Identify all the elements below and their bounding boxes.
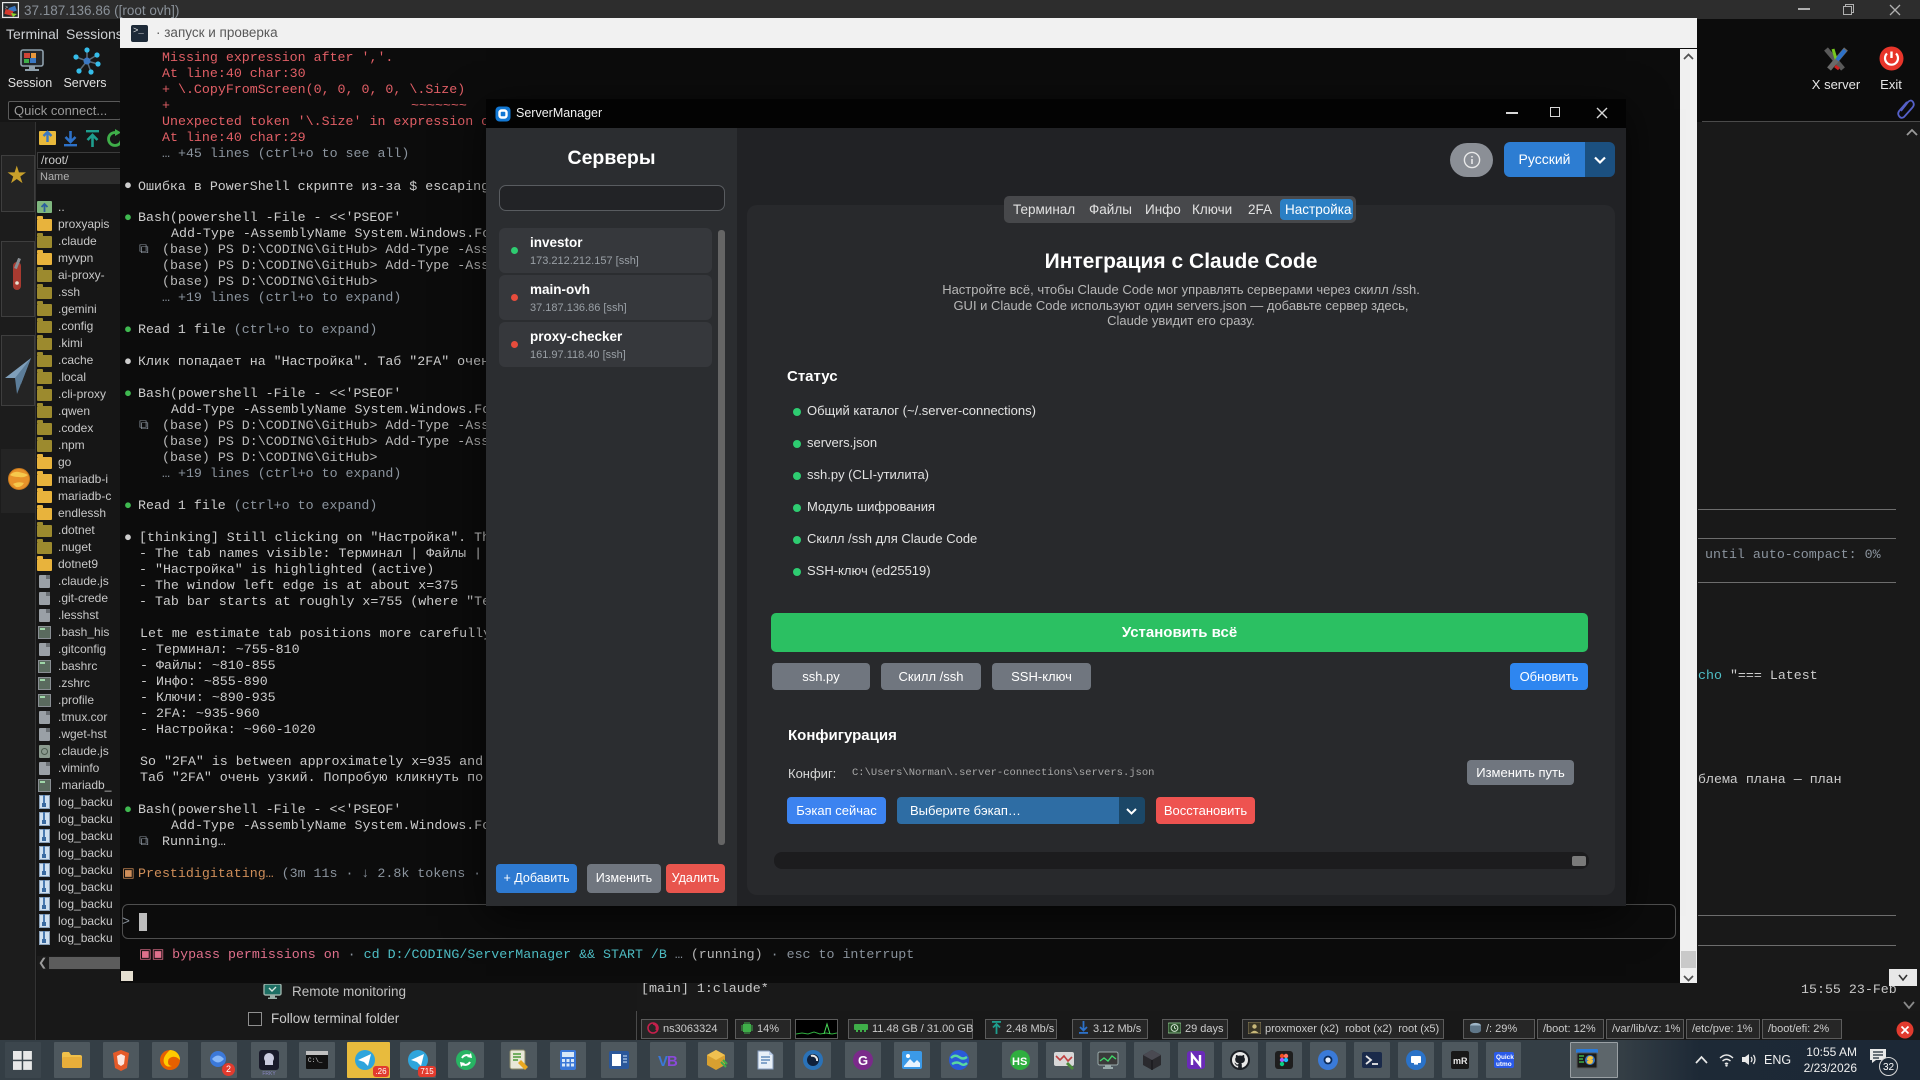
svg-text:Quick: Quick bbox=[1496, 1054, 1514, 1061]
svg-text:G: G bbox=[858, 1053, 868, 1068]
svg-text:B: B bbox=[667, 1053, 678, 1070]
svg-text:mR: mR bbox=[1453, 1056, 1468, 1066]
svg-text:utmo: utmo bbox=[1496, 1061, 1512, 1068]
svg-text:C:\_: C:\_ bbox=[308, 1057, 323, 1064]
svg-text:HS: HS bbox=[1012, 1056, 1027, 1068]
